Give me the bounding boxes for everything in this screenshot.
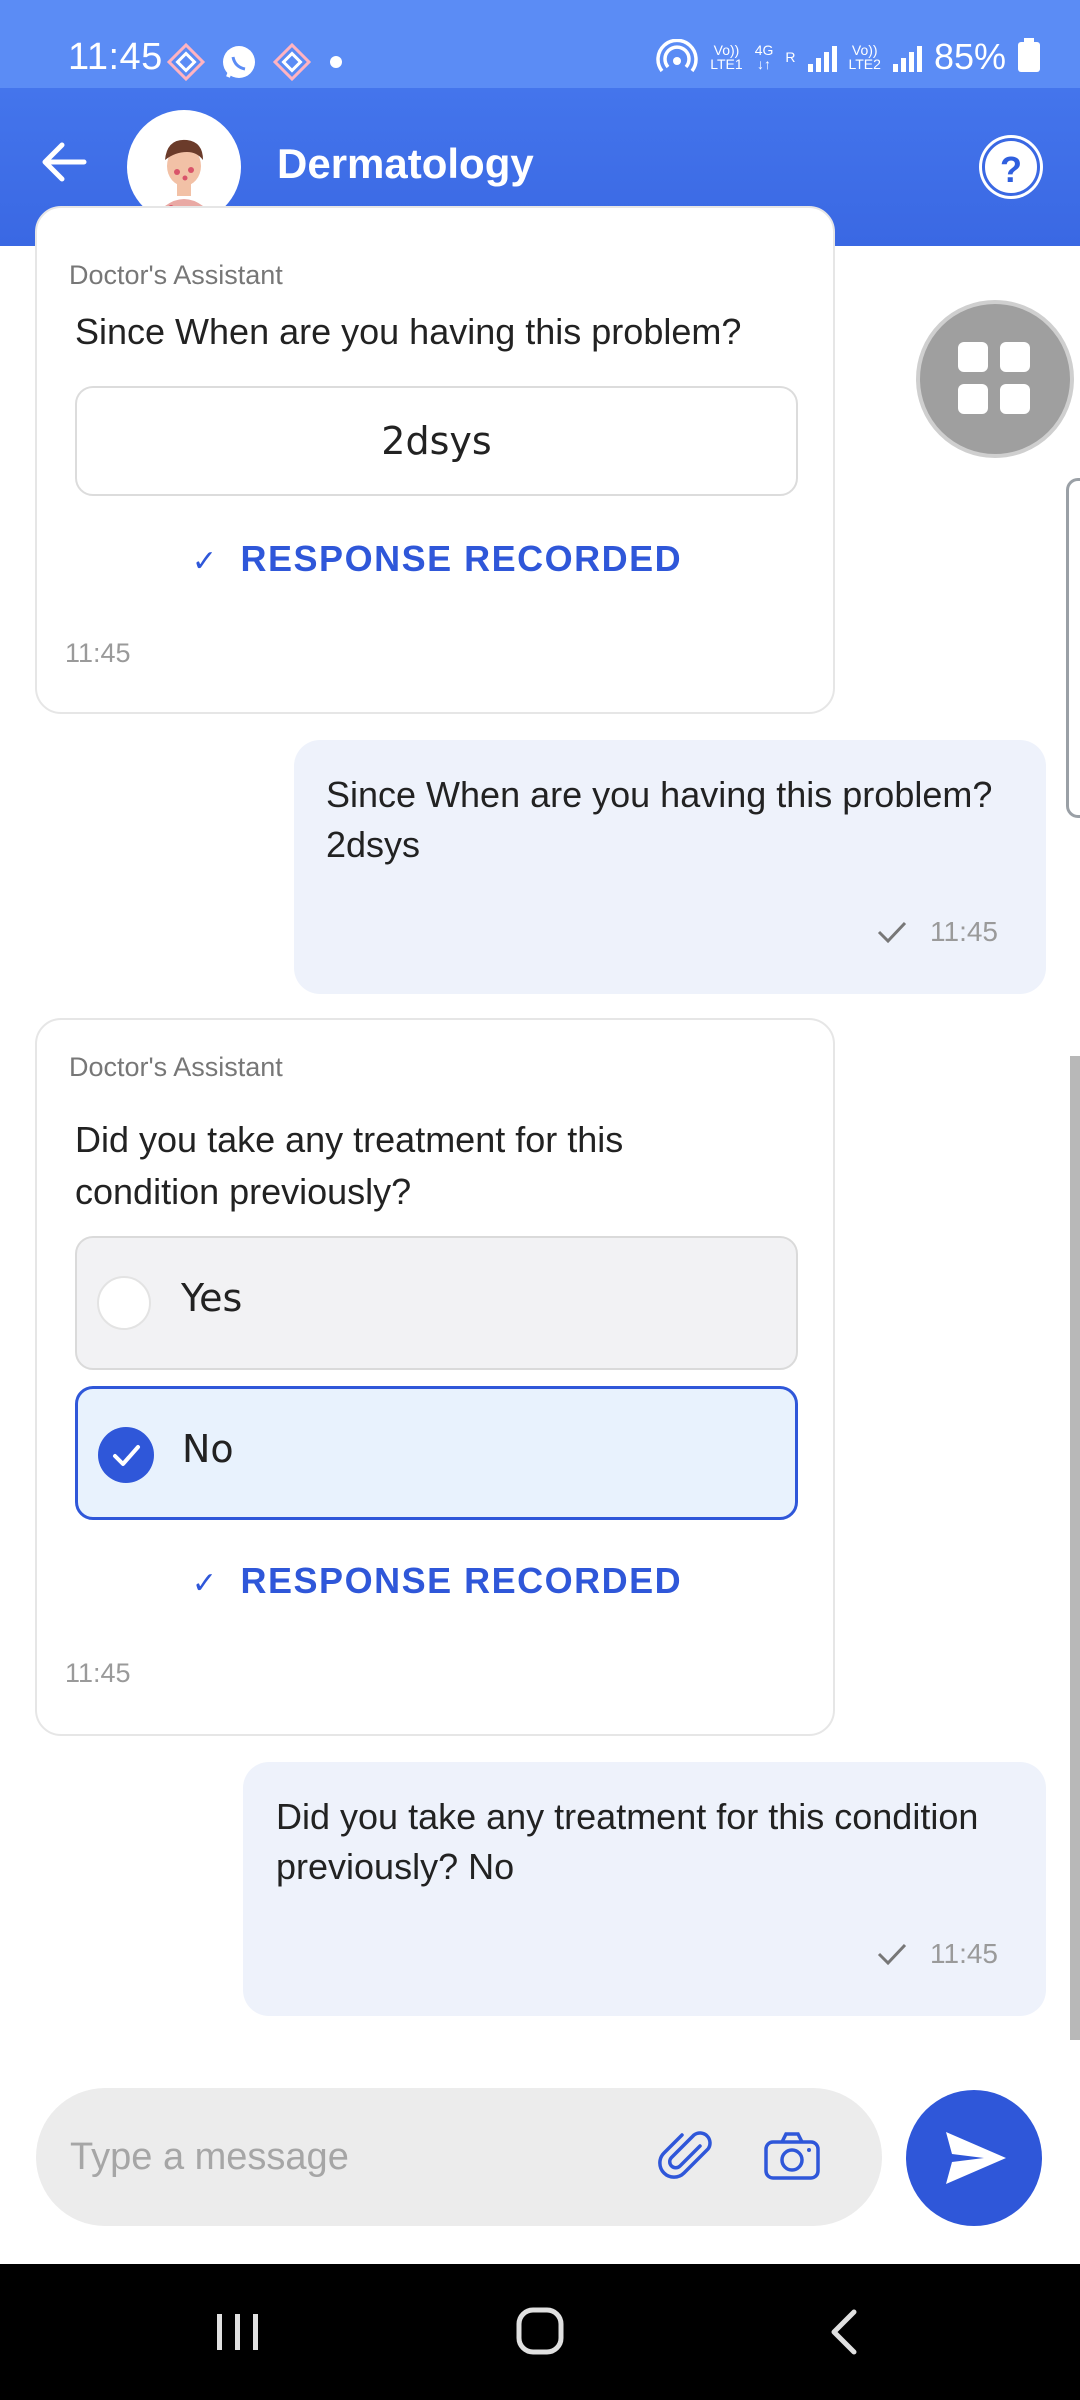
recent-apps-icon[interactable] xyxy=(203,2304,273,2360)
message-text-line: 2dsys xyxy=(326,824,421,865)
assistant-message-card: Doctor's Assistant Did you take any trea… xyxy=(35,1018,835,1736)
volte2-bottom: LTE2 xyxy=(848,56,881,72)
back-icon[interactable] xyxy=(810,2304,880,2360)
sent-check-icon xyxy=(877,1943,907,1966)
battery-percent: 85% xyxy=(933,36,1006,77)
grid-menu-button[interactable] xyxy=(916,300,1074,458)
scrollbar[interactable] xyxy=(1070,1056,1080,2040)
app-notification-icon xyxy=(272,42,312,82)
question-text-line: condition previously? xyxy=(75,1171,412,1212)
battery-charging-icon xyxy=(1018,38,1040,72)
hotspot-icon xyxy=(656,39,698,73)
message-text-line: Since When are you having this problem? xyxy=(326,774,993,815)
response-recorded-label: RESPONSE RECORDED xyxy=(240,1560,683,1601)
option-label: Yes xyxy=(181,1276,243,1320)
user-message-bubble: Did you take any treatment for this cond… xyxy=(243,1762,1046,2016)
page-title: Dermatology xyxy=(277,140,534,187)
response-recorded-label: RESPONSE RECORDED xyxy=(240,538,683,579)
radio-checked-icon[interactable] xyxy=(98,1427,154,1483)
message-text-line: previously? No xyxy=(276,1846,515,1887)
check-icon: ✓ xyxy=(191,1567,219,1600)
signal-icon xyxy=(807,42,837,72)
question-text-line: Did you take any treatment for this xyxy=(75,1119,624,1160)
message-text-line: Did you take any treatment for this cond… xyxy=(276,1796,979,1837)
user-message-bubble: Since When are you having this problem? … xyxy=(294,740,1046,994)
status-time: 11:45 xyxy=(68,36,163,78)
assistant-message-card: Doctor's Assistant Since When are you ha… xyxy=(35,206,835,714)
message-time: 11:45 xyxy=(65,1658,131,1688)
chat-area: Doctor's Assistant Since When are you ha… xyxy=(0,206,1080,2056)
volte1-top: Vo)) xyxy=(713,42,740,58)
home-icon[interactable] xyxy=(505,2304,575,2360)
volte2-top: Vo)) xyxy=(851,42,878,58)
paperclip-icon[interactable] xyxy=(656,2126,718,2188)
question-text: Since When are you having this problem? xyxy=(75,311,742,352)
send-button[interactable] xyxy=(906,2090,1042,2226)
sent-check-icon xyxy=(877,921,907,944)
option-yes[interactable]: Yes xyxy=(75,1236,798,1370)
response-recorded-status: ✓ RESPONSE RECORDED xyxy=(37,538,837,580)
send-icon xyxy=(946,2132,1006,2184)
option-no[interactable]: No xyxy=(75,1386,798,1520)
dot-icon xyxy=(330,56,342,68)
signal-icon xyxy=(892,42,922,72)
side-panel-handle[interactable] xyxy=(1066,478,1080,818)
message-time: 11:45 xyxy=(65,638,131,668)
camera-icon[interactable] xyxy=(762,2128,822,2184)
net-4g-label: 4G xyxy=(754,42,774,58)
answer-field: 2dsys xyxy=(75,386,798,496)
volte1-bottom: LTE1 xyxy=(710,56,743,72)
message-time: 11:45 xyxy=(930,1938,998,1969)
composer-bar xyxy=(36,2088,882,2226)
message-time: 11:45 xyxy=(930,916,998,947)
sender-label: Doctor's Assistant xyxy=(69,1052,283,1082)
response-recorded-status: ✓ RESPONSE RECORDED xyxy=(37,1560,837,1602)
app-notification-icon xyxy=(166,42,206,82)
check-icon: ✓ xyxy=(191,545,219,578)
message-input[interactable] xyxy=(70,2122,630,2192)
status-bar: 11:45 Vo)) LTE1 4G ↓↑ R Vo)) LTE2 85% xyxy=(0,0,1080,88)
option-label: No xyxy=(182,1427,234,1471)
sender-label: Doctor's Assistant xyxy=(69,260,283,290)
system-nav-bar xyxy=(0,2264,1080,2400)
radio-unchecked-icon[interactable] xyxy=(97,1276,151,1330)
roaming-label: R xyxy=(785,49,796,65)
help-button[interactable]: ? xyxy=(982,138,1040,196)
back-arrow-icon[interactable] xyxy=(34,132,94,192)
whatsapp-icon xyxy=(223,46,255,78)
grid-icon xyxy=(958,342,988,372)
